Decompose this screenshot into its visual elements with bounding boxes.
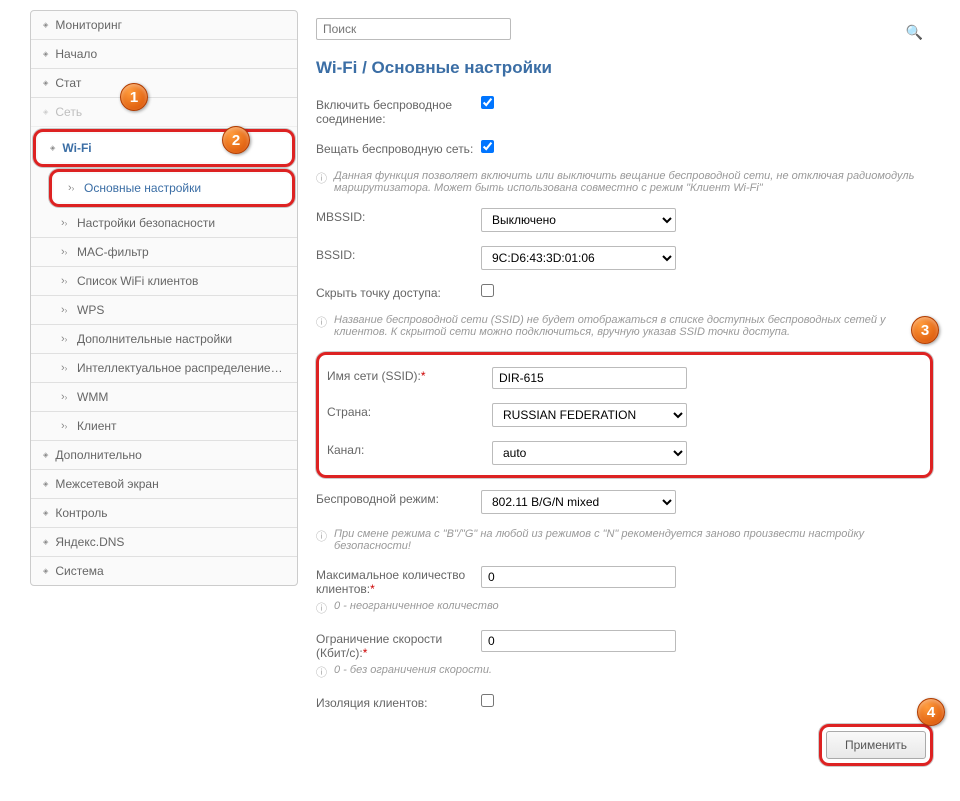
annotation-marker-4: 4 (917, 698, 945, 726)
sidebar-item-monitoring[interactable]: ◈Мониторинг (31, 11, 297, 40)
label-hide-ap: Скрыть точку доступа: (316, 284, 481, 300)
annotation-marker-1: 1 (120, 83, 148, 111)
select-channel[interactable]: auto (492, 441, 687, 465)
info-icon (316, 600, 334, 616)
info-max-clients: 0 - неограниченное количество (334, 600, 933, 616)
apply-button[interactable]: Применить (826, 731, 926, 759)
sidebar-sub-advanced[interactable]: ›Дополнительные настройки (31, 325, 297, 354)
sidebar-item-start[interactable]: ◈Начало (31, 40, 297, 69)
sidebar-sub-basic[interactable]: ›Основные настройки (54, 174, 290, 202)
sidebar-item-status[interactable]: ◈Стат (31, 69, 297, 98)
label-isolation: Изоляция клиентов: (316, 694, 481, 710)
sidebar-item-system[interactable]: ◈Система (31, 557, 297, 585)
sidebar-item-firewall[interactable]: ◈Межсетевой экран (31, 470, 297, 499)
label-mbssid: MBSSID: (316, 208, 481, 224)
info-icon (316, 528, 334, 552)
annotation-marker-2: 2 (222, 126, 250, 154)
checkbox-enable-wireless[interactable] (481, 96, 494, 109)
checkbox-broadcast[interactable] (481, 140, 494, 153)
input-max-clients[interactable] (481, 566, 676, 588)
label-rate-limit: Ограничение скорости (Кбит/c):* (316, 630, 481, 660)
annotation-marker-3: 3 (911, 316, 939, 344)
sidebar-sub-clients[interactable]: ›Список WiFi клиентов (31, 267, 297, 296)
checkbox-isolation[interactable] (481, 694, 494, 707)
info-icon (316, 314, 334, 338)
label-channel: Канал: (327, 441, 492, 457)
input-rate-limit[interactable] (481, 630, 676, 652)
label-bssid: BSSID: (316, 246, 481, 262)
search-input[interactable] (316, 18, 511, 40)
info-icon (316, 170, 334, 194)
info-mode: При смене режима с "B"/"G" на любой из р… (334, 528, 933, 552)
label-country: Страна: (327, 403, 492, 419)
sidebar: ◈Мониторинг ◈Начало ◈Стат ◈Сеть ◈Wi-Fi ›… (30, 10, 298, 586)
label-mode: Беспроводной режим: (316, 490, 481, 506)
info-broadcast: Данная функция позволяет включить или вы… (334, 170, 933, 194)
info-hide-ap: Название беспроводной сети (SSID) не буд… (334, 314, 933, 338)
checkbox-hide-ap[interactable] (481, 284, 494, 297)
sidebar-item-yandexdns[interactable]: ◈Яндекс.DNS (31, 528, 297, 557)
label-ssid: Имя сети (SSID):* (327, 367, 492, 383)
search-icon: 🔍 (906, 24, 923, 41)
sidebar-sub-macfilter[interactable]: ›MAC-фильтр (31, 238, 297, 267)
label-enable-wireless: Включить беспроводное соединение: (316, 96, 481, 126)
sidebar-sub-smart[interactable]: ›Интеллектуальное распределение Wi-Fi- (31, 354, 297, 383)
main-content: 🔍 Wi-Fi / Основные настройки Включить бе… (308, 10, 945, 786)
sidebar-sub-client[interactable]: ›Клиент (31, 412, 297, 441)
sidebar-sub-wps[interactable]: ›WPS (31, 296, 297, 325)
sidebar-item-wifi[interactable]: ◈Wi-Fi (38, 134, 290, 162)
select-country[interactable]: RUSSIAN FEDERATION (492, 403, 687, 427)
sidebar-item-additional[interactable]: ◈Дополнительно (31, 441, 297, 470)
page-title: Wi-Fi / Основные настройки (316, 58, 933, 78)
sidebar-sub-wmm[interactable]: ›WMM (31, 383, 297, 412)
sidebar-sub-security[interactable]: ›Настройки безопасности (31, 209, 297, 238)
sidebar-item-control[interactable]: ◈Контроль (31, 499, 297, 528)
input-ssid[interactable] (492, 367, 687, 389)
info-rate-limit: 0 - без ограничения скорости. (334, 664, 933, 680)
select-mode[interactable]: 802.11 B/G/N mixed (481, 490, 676, 514)
sidebar-item-network[interactable]: ◈Сеть (31, 98, 297, 127)
label-max-clients: Максимальное количество клиентов:* (316, 566, 481, 596)
label-broadcast: Вещать беспроводную сеть: (316, 140, 481, 156)
select-mbssid[interactable]: Выключено (481, 208, 676, 232)
select-bssid[interactable]: 9C:D6:43:3D:01:06 (481, 246, 676, 270)
info-icon (316, 664, 334, 680)
